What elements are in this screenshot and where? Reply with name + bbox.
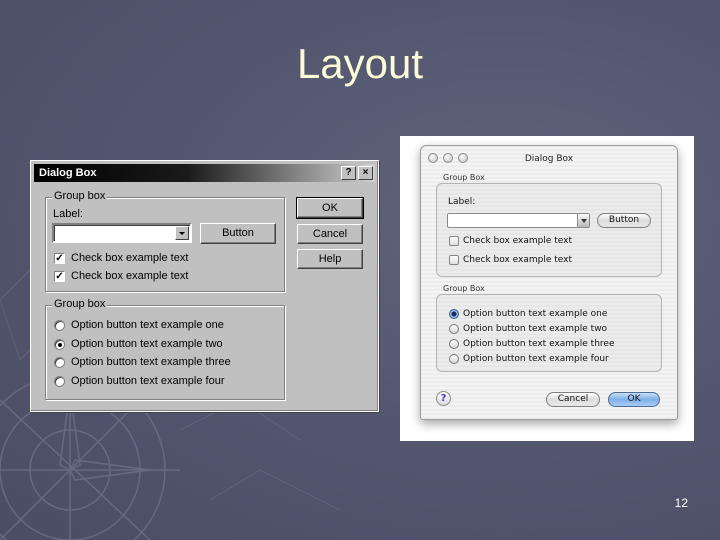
mac-dialog-title: Dialog Box — [524, 154, 574, 164]
mac-field-label: Label: — [448, 197, 476, 207]
mac-radio-4-label: Option button text example four — [463, 354, 609, 364]
windows-radio-4[interactable] — [54, 376, 65, 387]
windows-cancel-button[interactable]: Cancel — [297, 224, 363, 244]
windows-dialog-title: Dialog Box — [39, 167, 97, 179]
windows-ok-button[interactable]: OK — [296, 197, 364, 219]
windows-dialog: Dialog Box ? × Group box Label: Button ✓… — [30, 160, 379, 412]
mac-group-box-2-label: Group Box — [443, 284, 485, 293]
windows-title-bar[interactable]: Dialog Box ? × — [34, 164, 375, 182]
mac-dialog: Dialog Box Group Box Label: Button Check… — [420, 145, 678, 420]
windows-combo-dropdown-arrow[interactable] — [175, 226, 189, 240]
slide-title: Layout — [296, 40, 424, 87]
windows-close-button[interactable]: × — [358, 166, 373, 180]
windows-button[interactable]: Button — [200, 223, 276, 244]
windows-radio-2[interactable] — [54, 339, 65, 350]
mac-radio-1[interactable] — [449, 309, 459, 319]
page-number: 12 — [674, 496, 688, 510]
windows-checkbox-2[interactable]: ✓ — [54, 271, 65, 282]
windows-radio-1[interactable] — [54, 320, 65, 331]
mac-combo-box[interactable] — [447, 213, 590, 228]
mac-radio-2[interactable] — [449, 324, 459, 334]
windows-field-label: Label: — [53, 208, 83, 220]
mac-ok-button[interactable]: OK — [608, 392, 660, 407]
mac-radio-1-label: Option button text example one — [463, 309, 608, 319]
mac-radio-2-label: Option button text example two — [463, 324, 608, 334]
mac-cancel-button[interactable]: Cancel — [546, 392, 600, 407]
windows-help-title-button[interactable]: ? — [341, 166, 356, 180]
mac-checkbox-2[interactable] — [449, 255, 459, 265]
windows-checkbox-1-label: Check box example text — [71, 252, 189, 264]
windows-combo-box[interactable] — [52, 223, 192, 243]
mac-button[interactable]: Button — [597, 213, 651, 228]
windows-checkbox-2-label: Check box example text — [71, 270, 189, 282]
windows-radio-2-label: Option button text example two — [71, 338, 223, 350]
mac-help-button[interactable]: ? — [436, 391, 451, 406]
windows-checkbox-1[interactable]: ✓ — [54, 253, 65, 264]
mac-group-box-1-label: Group Box — [443, 173, 485, 182]
slide: Layout Dialog Box ? × Group box Label: B… — [0, 0, 720, 540]
mac-radio-3[interactable] — [449, 339, 459, 349]
mac-radio-3-label: Option button text example three — [463, 339, 615, 349]
windows-radio-4-label: Option button text example four — [71, 375, 225, 387]
windows-radio-3[interactable] — [54, 357, 65, 368]
mac-combo-dropdown-arrow[interactable] — [577, 214, 589, 227]
windows-help-button[interactable]: Help — [297, 249, 363, 269]
windows-radio-1-label: Option button text example one — [71, 319, 224, 331]
mac-checkbox-1-label: Check box example text — [463, 236, 573, 246]
windows-group-box-1-label: Group box — [52, 190, 108, 202]
mac-checkbox-1[interactable] — [449, 236, 459, 246]
mac-radio-4[interactable] — [449, 354, 459, 364]
mac-checkbox-2-label: Check box example text — [463, 255, 573, 265]
windows-group-box-2-label: Group box — [52, 298, 108, 310]
windows-radio-3-label: Option button text example three — [71, 356, 231, 368]
